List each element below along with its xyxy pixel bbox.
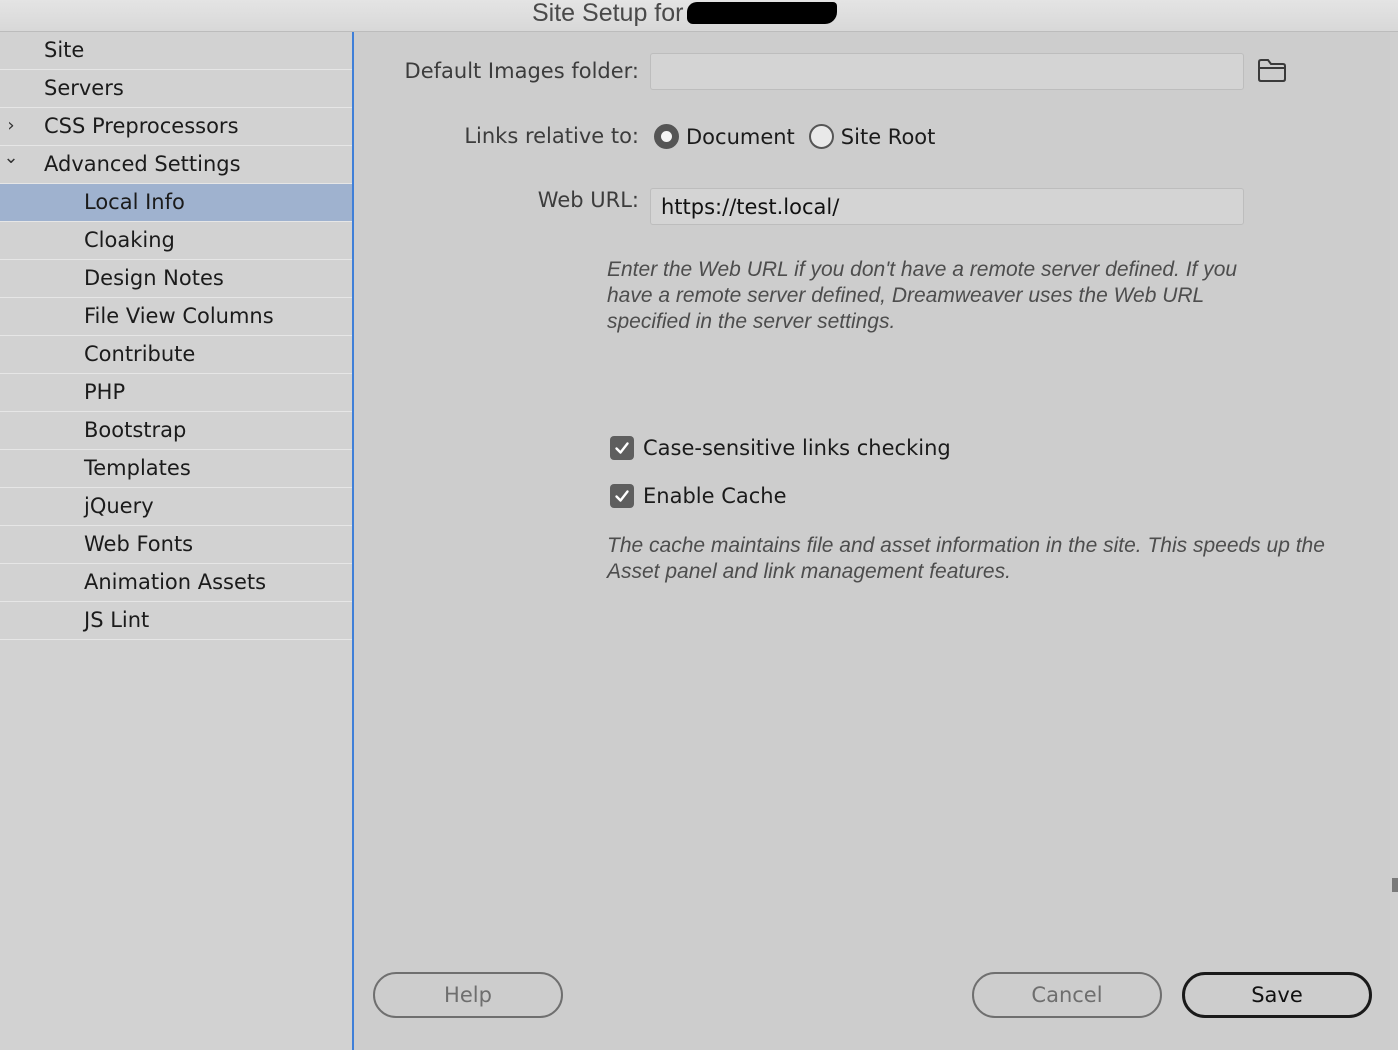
sidebar-item-label: Templates xyxy=(84,456,191,480)
sidebar-item-contribute[interactable]: Contribute xyxy=(0,336,352,374)
check-icon xyxy=(615,490,629,502)
title-wrap: Site Setup for xyxy=(532,0,838,28)
cancel-button[interactable]: Cancel xyxy=(972,972,1162,1018)
case-sensitive-checkbox[interactable] xyxy=(610,436,634,460)
sidebar-item-label: jQuery xyxy=(84,494,154,518)
sidebar-item-label: File View Columns xyxy=(84,304,274,328)
sidebar-item-label: Advanced Settings xyxy=(44,152,241,176)
radio-site-root-indicator[interactable] xyxy=(808,124,834,149)
radio-document[interactable]: Document xyxy=(654,124,795,149)
web-url-help-text: Enter the Web URL if you don't have a re… xyxy=(607,258,1238,333)
links-relative-label: Links relative to: xyxy=(464,124,639,148)
save-button[interactable]: Save xyxy=(1182,972,1372,1018)
sidebar-item-advanced-settings[interactable]: ⌄ Advanced Settings xyxy=(0,146,352,184)
sidebar-item-site[interactable]: Site xyxy=(0,32,352,70)
sidebar-item-label: Bootstrap xyxy=(84,418,187,442)
sidebar-item-file-view-columns[interactable]: File View Columns xyxy=(0,298,352,336)
images-folder-label: Default Images folder: xyxy=(404,59,639,83)
radio-site-root[interactable]: Site Root xyxy=(808,124,936,149)
dialog-title: Site Setup for xyxy=(532,0,684,27)
help-button[interactable]: Help xyxy=(373,972,563,1018)
site-setup-dialog: Site Setup for Site Servers › CSS Prepro… xyxy=(0,0,1398,1050)
sidebar-item-label: Web Fonts xyxy=(84,532,194,556)
sidebar-item-design-notes[interactable]: Design Notes xyxy=(0,260,352,298)
case-sensitive-checkbox-row[interactable]: Case-sensitive links checking xyxy=(610,436,951,460)
sidebar-item-web-fonts[interactable]: Web Fonts xyxy=(0,526,352,564)
sidebar-item-js-lint[interactable]: JS Lint xyxy=(0,602,352,640)
enable-cache-label: Enable Cache xyxy=(643,484,787,508)
scrollbar-edge[interactable] xyxy=(1392,878,1398,892)
radio-document-indicator[interactable] xyxy=(654,124,679,149)
sidebar-item-php[interactable]: PHP xyxy=(0,374,352,412)
web-url-label: Web URL: xyxy=(537,188,639,212)
radio-document-label: Document xyxy=(686,124,795,149)
enable-cache-checkbox[interactable] xyxy=(610,484,634,508)
sidebar-item-jquery[interactable]: jQuery xyxy=(0,488,352,526)
enable-cache-checkbox-row[interactable]: Enable Cache xyxy=(610,484,787,508)
sidebar-item-templates[interactable]: Templates xyxy=(0,450,352,488)
images-folder-input[interactable] xyxy=(650,53,1244,90)
sidebar-item-bootstrap[interactable]: Bootstrap xyxy=(0,412,352,450)
local-info-panel: Default Images folder: Links relative to… xyxy=(354,32,1390,1050)
chevron-down-icon[interactable]: ⌄ xyxy=(2,140,20,176)
sidebar-item-label: Design Notes xyxy=(84,266,224,290)
sidebar-item-label: Contribute xyxy=(84,342,196,366)
category-sidebar: Site Servers › CSS Preprocessors ⌄ Advan… xyxy=(0,32,352,1050)
radio-site-root-label: Site Root xyxy=(840,124,936,149)
cache-help-text: The cache maintains file and asset infor… xyxy=(607,534,1325,583)
sidebar-item-cloaking[interactable]: Cloaking xyxy=(0,222,352,260)
sidebar-item-animation-assets[interactable]: Animation Assets xyxy=(0,564,352,602)
sidebar-item-label: Cloaking xyxy=(84,228,175,252)
links-relative-radio-group: Document Site Root xyxy=(654,124,949,149)
sidebar-item-label: Animation Assets xyxy=(84,570,267,594)
web-url-input[interactable] xyxy=(650,188,1244,225)
chevron-right-icon[interactable]: › xyxy=(2,108,20,144)
sidebar-item-label: Site xyxy=(44,38,85,62)
sidebar-item-label: JS Lint xyxy=(84,608,150,632)
sidebar-item-label: CSS Preprocessors xyxy=(44,114,239,138)
case-sensitive-label: Case-sensitive links checking xyxy=(643,436,951,460)
folder-icon[interactable] xyxy=(1257,57,1287,83)
sidebar-item-servers[interactable]: Servers xyxy=(0,70,352,108)
sidebar-item-label: Servers xyxy=(44,76,124,100)
redacted-site-name xyxy=(687,2,838,24)
sidebar-item-local-info[interactable]: Local Info xyxy=(0,184,352,222)
sidebar-item-label: Local Info xyxy=(84,190,185,214)
check-icon xyxy=(615,442,629,454)
title-bar: Site Setup for xyxy=(0,0,1398,32)
sidebar-item-label: PHP xyxy=(84,380,126,404)
sidebar-item-css-preprocessors[interactable]: › CSS Preprocessors xyxy=(0,108,352,146)
